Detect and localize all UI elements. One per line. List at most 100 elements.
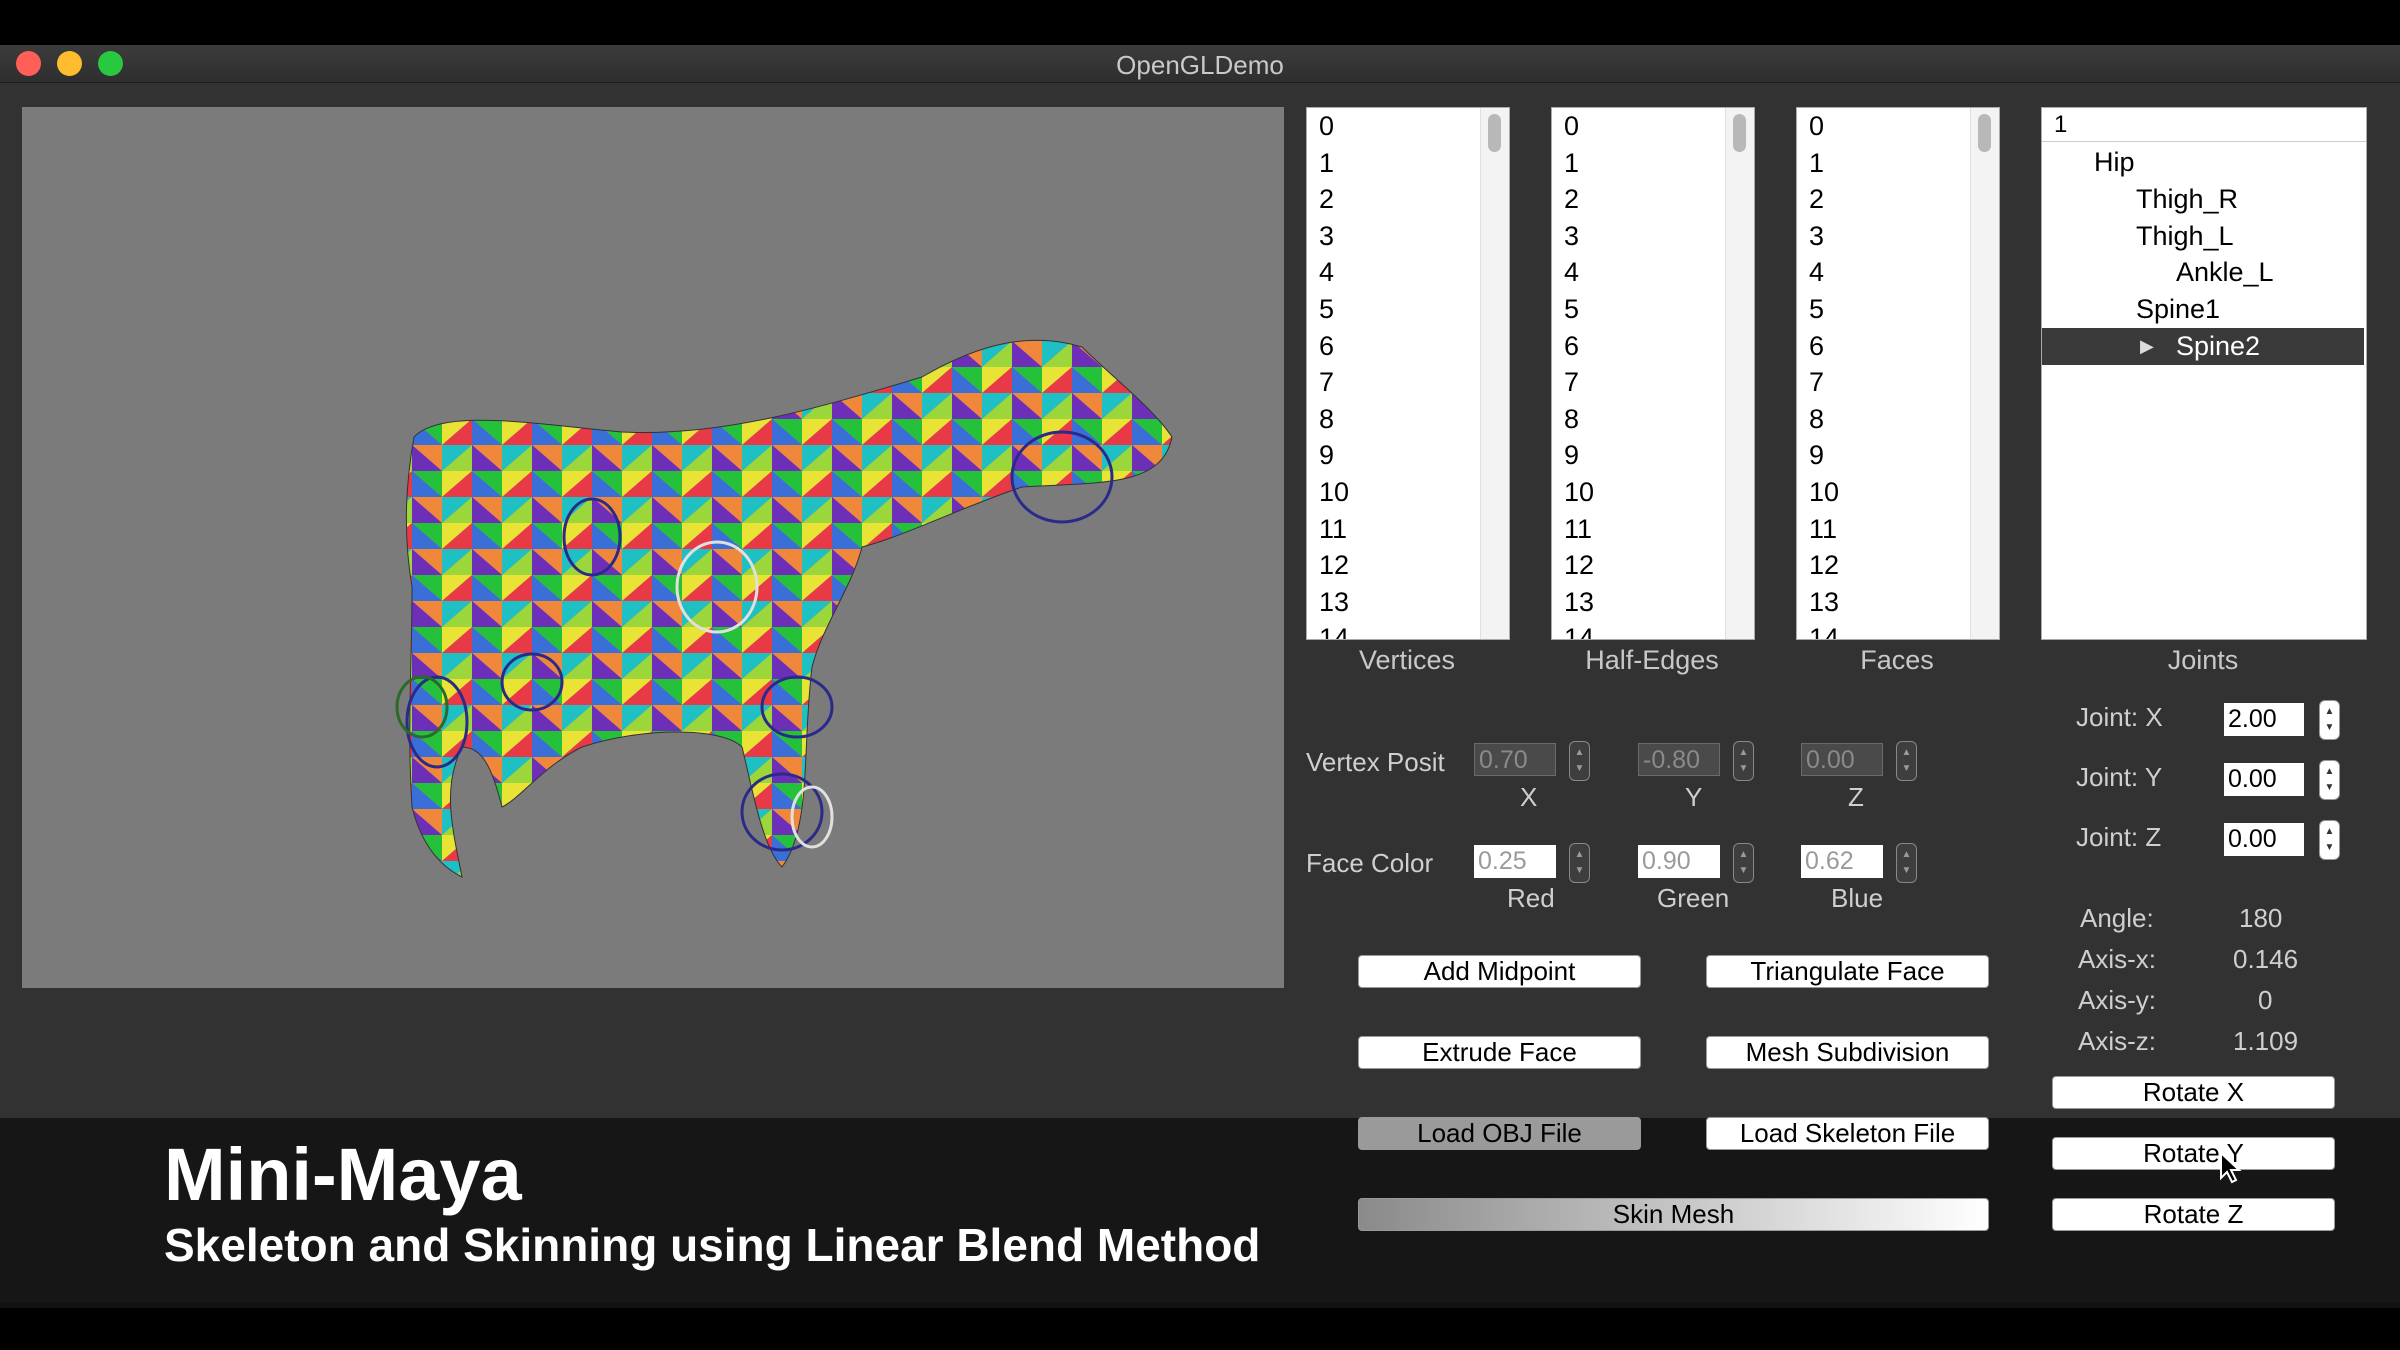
list-item[interactable]: 10 xyxy=(1552,474,1754,511)
face-red-spinbox[interactable]: 0.25 xyxy=(1474,845,1556,878)
face-blue-spinbox[interactable]: 0.62 xyxy=(1801,845,1883,878)
joint-item-spine1[interactable]: Spine1 xyxy=(2042,291,2366,328)
list-item[interactable]: 4 xyxy=(1307,254,1509,291)
add-midpoint-button[interactable]: Add Midpoint xyxy=(1358,955,1641,988)
load-obj-button[interactable]: Load OBJ File xyxy=(1358,1117,1641,1150)
list-item[interactable]: 12 xyxy=(1307,547,1509,584)
red-label: Red xyxy=(1507,883,1555,913)
extrude-face-button[interactable]: Extrude Face xyxy=(1358,1036,1641,1069)
vertex-x-axis-label: X xyxy=(1520,782,1538,812)
list-item[interactable]: 6 xyxy=(1307,328,1509,365)
list-item[interactable]: 0 xyxy=(1552,108,1754,145)
list-item[interactable]: 1 xyxy=(1307,145,1509,182)
list-item[interactable]: 8 xyxy=(1552,401,1754,438)
list-item[interactable]: 8 xyxy=(1797,401,1999,438)
list-item[interactable]: 3 xyxy=(1552,218,1754,255)
face-blue-stepper[interactable]: ▲ ▼ xyxy=(1896,843,1917,883)
vertices-list[interactable]: 0 1 2 3 4 5 6 7 8 9 10 11 12 13 14 xyxy=(1306,107,1510,640)
joint-item-hip[interactable]: Hip xyxy=(2042,144,2366,181)
list-item[interactable]: 12 xyxy=(1797,547,1999,584)
list-item[interactable]: 10 xyxy=(1307,474,1509,511)
list-item[interactable]: 4 xyxy=(1797,254,1999,291)
list-item[interactable]: 7 xyxy=(1307,364,1509,401)
rotate-z-button[interactable]: Rotate Z xyxy=(2052,1198,2335,1231)
face-green-spinbox[interactable]: 0.90 xyxy=(1638,845,1720,878)
banner-subtitle: Skeleton and Skinning using Linear Blend… xyxy=(164,1219,1261,1271)
list-item[interactable]: 4 xyxy=(1552,254,1754,291)
list-item[interactable]: 14 xyxy=(1552,620,1754,639)
joints-tree[interactable]: 1 Hip Thigh_R Thigh_L Ankle_L Spine1 ▶ S… xyxy=(2041,107,2367,640)
mesh-subdivision-button[interactable]: Mesh Subdivision xyxy=(1706,1036,1989,1069)
list-item[interactable]: 5 xyxy=(1307,291,1509,328)
list-item[interactable]: 2 xyxy=(1552,181,1754,218)
list-item[interactable]: 11 xyxy=(1797,511,1999,548)
joint-y-label: Joint: Y xyxy=(2076,762,2163,792)
list-item[interactable]: 13 xyxy=(1307,584,1509,621)
vertex-x-stepper[interactable]: ▲ ▼ xyxy=(1569,741,1590,781)
list-item[interactable]: 5 xyxy=(1797,291,1999,328)
vertex-z-stepper[interactable]: ▲ ▼ xyxy=(1896,741,1917,781)
face-green-stepper[interactable]: ▲ ▼ xyxy=(1733,843,1754,883)
faces-scrollbar[interactable] xyxy=(1970,108,1999,639)
list-item[interactable]: 9 xyxy=(1552,437,1754,474)
list-item[interactable]: 5 xyxy=(1552,291,1754,328)
list-item[interactable]: 14 xyxy=(1797,620,1999,639)
list-item[interactable]: 13 xyxy=(1552,584,1754,621)
joint-item-thigh-r[interactable]: Thigh_R xyxy=(2042,181,2366,218)
joint-y-stepper[interactable]: ▲ ▼ xyxy=(2319,760,2340,800)
joint-x-stepper[interactable]: ▲ ▼ xyxy=(2319,700,2340,740)
list-item[interactable]: 6 xyxy=(1552,328,1754,365)
rotate-y-button[interactable]: Rotate Y xyxy=(2052,1137,2335,1170)
vertices-scrollbar[interactable] xyxy=(1480,108,1509,639)
list-item[interactable]: 10 xyxy=(1797,474,1999,511)
skin-mesh-button[interactable]: Skin Mesh xyxy=(1358,1198,1989,1231)
list-item[interactable]: 0 xyxy=(1307,108,1509,145)
load-skeleton-button[interactable]: Load Skeleton File xyxy=(1706,1117,1989,1150)
list-item[interactable]: 3 xyxy=(1307,218,1509,255)
list-item[interactable]: 11 xyxy=(1307,511,1509,548)
joint-item-ankle-l[interactable]: Ankle_L xyxy=(2042,254,2366,291)
list-item[interactable]: 1 xyxy=(1797,145,1999,182)
joints-tree-header[interactable]: 1 xyxy=(2042,108,2366,142)
joint-x-spinbox[interactable]: 2.00 xyxy=(2224,703,2304,736)
gl-viewport[interactable] xyxy=(22,107,1284,988)
scroll-thumb[interactable] xyxy=(1733,114,1746,152)
vertex-position-label: Vertex Posit xyxy=(1306,747,1445,777)
vertex-y-stepper[interactable]: ▲ ▼ xyxy=(1733,741,1754,781)
vertex-z-spinbox[interactable]: 0.00 xyxy=(1801,743,1883,776)
list-item[interactable]: 9 xyxy=(1797,437,1999,474)
scroll-thumb[interactable] xyxy=(1978,114,1991,152)
list-item[interactable]: 1 xyxy=(1552,145,1754,182)
joint-item-thigh-l[interactable]: Thigh_L xyxy=(2042,218,2366,255)
joint-item-spine2[interactable]: ▶ Spine2 xyxy=(2042,328,2364,365)
faces-list[interactable]: 0 1 2 3 4 5 6 7 8 9 10 11 12 13 14 xyxy=(1796,107,2000,640)
list-item[interactable]: 2 xyxy=(1307,181,1509,218)
rotate-x-button[interactable]: Rotate X xyxy=(2052,1076,2335,1109)
list-item[interactable]: 13 xyxy=(1797,584,1999,621)
list-item[interactable]: 9 xyxy=(1307,437,1509,474)
list-item[interactable]: 7 xyxy=(1552,364,1754,401)
joint-z-label: Joint: Z xyxy=(2076,822,2162,852)
title-banner: Mini-Maya Skeleton and Skinning using Li… xyxy=(0,1118,2400,1308)
list-item[interactable]: 12 xyxy=(1552,547,1754,584)
list-item[interactable]: 0 xyxy=(1797,108,1999,145)
triangulate-face-button[interactable]: Triangulate Face xyxy=(1706,955,1989,988)
expand-arrow-icon[interactable]: ▶ xyxy=(2140,328,2154,365)
face-red-stepper[interactable]: ▲ ▼ xyxy=(1569,843,1590,883)
joints-caption: Joints xyxy=(2167,645,2239,675)
joint-z-spinbox[interactable]: 0.00 xyxy=(2224,823,2304,856)
vertex-y-spinbox[interactable]: -0.80 xyxy=(1638,743,1720,776)
scroll-thumb[interactable] xyxy=(1488,114,1501,152)
list-item[interactable]: 6 xyxy=(1797,328,1999,365)
list-item[interactable]: 11 xyxy=(1552,511,1754,548)
list-item[interactable]: 14 xyxy=(1307,620,1509,639)
joint-y-spinbox[interactable]: 0.00 xyxy=(2224,763,2304,796)
vertex-x-spinbox[interactable]: 0.70 xyxy=(1474,743,1556,776)
list-item[interactable]: 3 xyxy=(1797,218,1999,255)
joint-z-stepper[interactable]: ▲ ▼ xyxy=(2319,820,2340,860)
list-item[interactable]: 7 xyxy=(1797,364,1999,401)
half-edges-scrollbar[interactable] xyxy=(1725,108,1754,639)
list-item[interactable]: 8 xyxy=(1307,401,1509,438)
half-edges-list[interactable]: 0 1 2 3 4 5 6 7 8 9 10 11 12 13 14 xyxy=(1551,107,1755,640)
list-item[interactable]: 2 xyxy=(1797,181,1999,218)
